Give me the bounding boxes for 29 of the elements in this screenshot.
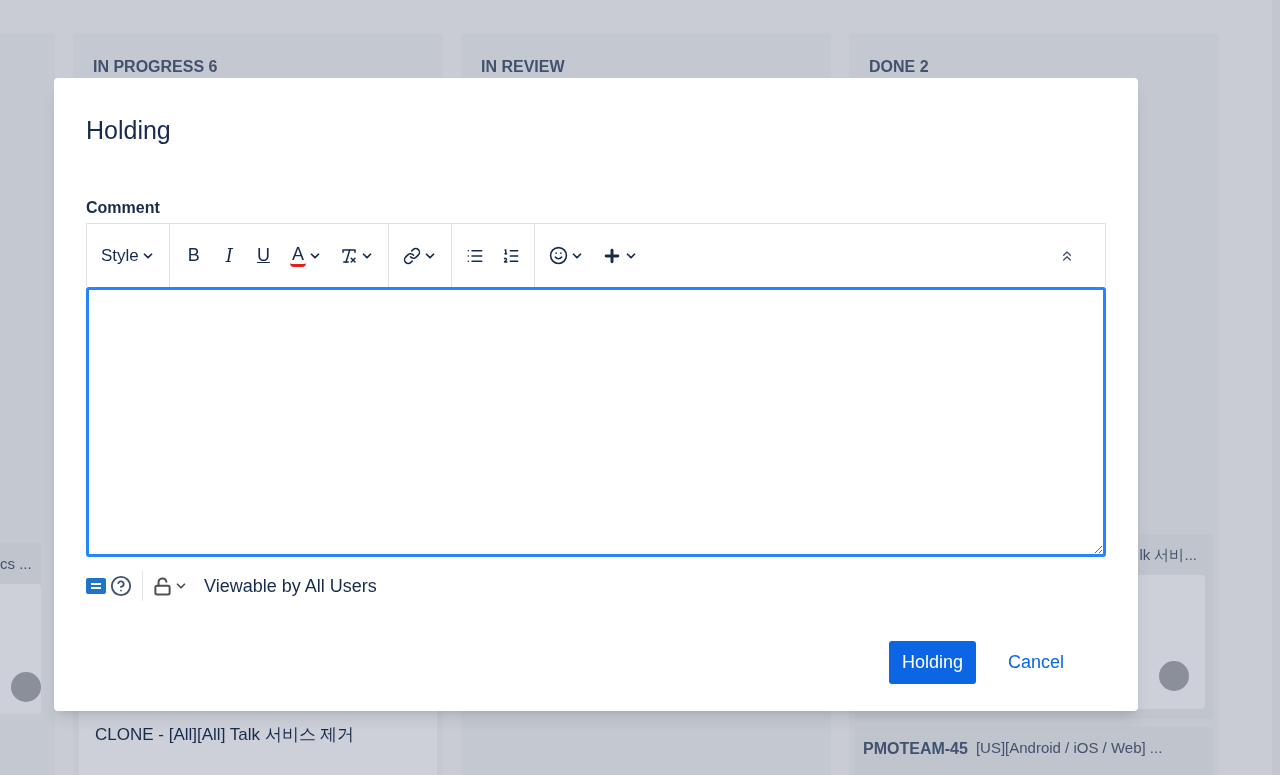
- avatar: [1159, 660, 1189, 691]
- help-icon[interactable]: [110, 575, 132, 597]
- group-title: cs ...: [0, 554, 33, 574]
- clear-formatting-icon: [339, 246, 358, 265]
- submit-button[interactable]: Holding: [888, 641, 976, 684]
- card-title: CLONE - [All][All] Talk 서비스 제거: [95, 725, 355, 744]
- link-icon: [402, 246, 421, 265]
- smiley-icon: [548, 246, 568, 265]
- editor-mode-icon[interactable]: [86, 578, 106, 594]
- field-label: Comment: [86, 198, 161, 218]
- visibility-label: Viewable by All Users: [204, 574, 377, 598]
- avatar: [11, 671, 41, 702]
- dialog-title: Holding: [86, 116, 172, 144]
- cancel-link[interactable]: Cancel: [985, 641, 1086, 684]
- column-title: DONE 2: [868, 57, 930, 77]
- group-title: lk 서비...: [1139, 545, 1198, 565]
- numbered-list-icon: [501, 246, 520, 265]
- visibility-dropdown[interactable]: [153, 576, 188, 596]
- column-title: IN PROGRESS 6: [92, 57, 219, 77]
- toolbar-button[interactable]: B: [177, 239, 210, 272]
- issue-summary: [US][Android / iOS / Web] ...: [975, 737, 1163, 758]
- toolbar-button[interactable]: Style: [95, 239, 161, 272]
- unlocked-padlock-icon: [153, 576, 172, 596]
- toolbar-button[interactable]: U: [248, 239, 278, 272]
- issue-key: PMOTEAM-45: [863, 736, 968, 761]
- comment-input[interactable]: [86, 287, 1106, 557]
- column-title: IN REVIEW: [480, 57, 566, 77]
- toolbar-button[interactable]: A: [283, 239, 328, 272]
- toolbar-button[interactable]: I: [215, 239, 243, 272]
